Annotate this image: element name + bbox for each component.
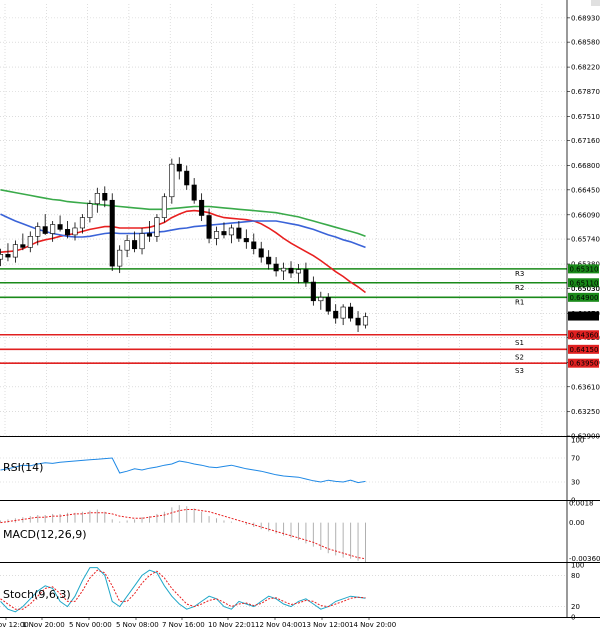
candle-body <box>102 193 108 201</box>
chart-background <box>0 0 600 630</box>
price-tick-label: 0.66450 <box>571 186 600 194</box>
candle-body <box>236 227 242 239</box>
candle-body <box>87 203 93 218</box>
level-price-tag: 0.64900 <box>570 294 599 302</box>
price-tick-label: 0.67160 <box>571 137 600 145</box>
candle-body <box>295 269 301 274</box>
level-label-s1: S1 <box>515 339 524 347</box>
candle-body <box>65 229 71 236</box>
candle-body <box>117 249 123 267</box>
candle-body <box>288 267 294 274</box>
candle-body <box>154 217 160 237</box>
candle-body <box>191 184 197 201</box>
price-tick-label: 0.63610 <box>571 383 600 391</box>
candle-body <box>57 224 63 230</box>
stoch-tick-label: 100 <box>571 562 584 570</box>
candle-body <box>42 226 48 234</box>
candle-body <box>266 256 272 265</box>
price-tick-label: 0.63250 <box>571 408 600 416</box>
candle-body <box>79 217 85 229</box>
candle-body <box>362 316 369 326</box>
candle-body <box>221 231 227 236</box>
rsi-label: RSI(14) <box>3 461 43 474</box>
candle-body <box>139 233 145 250</box>
candle-body <box>124 240 130 251</box>
candle-body <box>109 199 115 267</box>
level-price-tag: 0.65310 <box>570 265 599 273</box>
candle-body <box>281 267 287 272</box>
price-tick-label: 0.68580 <box>571 39 600 47</box>
level-price-tag: 0.64360 <box>570 331 599 339</box>
candle-body <box>348 306 354 319</box>
candle-body <box>12 244 18 258</box>
price-tags: 0.653100.651100.649000.643600.641500.639… <box>568 264 600 368</box>
time-label: 12 Nov 04:00 <box>255 621 302 629</box>
candle-body <box>35 226 41 237</box>
time-label: 10 Nov 22:01 <box>208 621 255 629</box>
candle-body <box>132 240 138 250</box>
rsi-tick-label: 100 <box>571 437 584 445</box>
candle-body <box>50 224 56 234</box>
candle-body <box>199 199 205 216</box>
stoch-tick-label: 0 <box>571 614 575 622</box>
candle-body <box>20 244 26 248</box>
candle-body <box>310 281 316 302</box>
current-price-tag: 0.64630 <box>570 313 599 321</box>
candle-body <box>184 170 190 186</box>
candle-body <box>228 227 234 236</box>
candle-body <box>355 317 361 326</box>
price-tick-label: 0.65740 <box>571 236 600 244</box>
candle-body <box>94 193 100 205</box>
macd-tick-label: 0.00 <box>569 519 585 527</box>
level-price-tag: 0.63950 <box>570 360 599 368</box>
level-label-r1: R1 <box>515 298 524 306</box>
rsi-tick-label: 30 <box>571 479 580 487</box>
corner-box <box>591 0 600 6</box>
extra-price-label: 0.65030 <box>571 285 600 293</box>
time-label: 5 Nov 08:00 <box>116 621 159 629</box>
candle-body <box>206 215 212 239</box>
level-label-r3: R3 <box>515 270 524 278</box>
price-tick-label: 0.66090 <box>571 211 600 219</box>
candle-body <box>258 248 264 258</box>
candle-body <box>0 254 4 260</box>
candle-body <box>340 306 346 319</box>
stoch-label: Stoch(9,6,3) <box>3 588 71 601</box>
price-tick-label: 0.67510 <box>571 113 600 121</box>
macd-tick-label: 0.0018 <box>569 500 594 508</box>
level-label-s2: S2 <box>515 353 524 361</box>
candle-body <box>333 310 339 319</box>
rsi-tick-label: 70 <box>571 455 580 463</box>
candle-body <box>27 235 33 248</box>
candle-body <box>251 241 257 250</box>
candle-body <box>146 233 153 237</box>
candle-body <box>169 163 175 198</box>
time-label: 1 Nov 20:00 <box>22 621 65 629</box>
candle-body <box>303 269 309 283</box>
candle-body <box>5 254 11 258</box>
candle-body <box>243 238 249 243</box>
price-tick-label: 0.68930 <box>571 14 600 22</box>
level-label-s3: S3 <box>515 367 524 375</box>
candle-body <box>325 297 331 312</box>
level-label-r2: R2 <box>515 284 524 292</box>
candle-body <box>318 297 324 302</box>
stoch-tick-label: 20 <box>571 603 580 611</box>
level-price-tag: 0.64150 <box>570 346 599 354</box>
candle-body <box>213 231 220 239</box>
price-chart[interactable]: R3 R2 R1 S1 S2 S3 0.68930 0.68580 0.68220 0.6787… <box>0 0 600 630</box>
candle-body <box>72 227 78 236</box>
candle-body <box>273 263 279 272</box>
price-tick-label: 0.66800 <box>571 162 600 170</box>
price-tick-label: 0.67870 <box>571 88 600 96</box>
candle-body <box>176 163 182 172</box>
candle-body <box>161 196 167 218</box>
price-tick-label: 0.68220 <box>571 64 600 72</box>
time-label: 7 Nov 16:00 <box>162 621 205 629</box>
stoch-tick-label: 80 <box>571 572 580 580</box>
macd-label: MACD(12,26,9) <box>3 528 87 541</box>
time-label: 5 Nov 00:00 <box>69 621 112 629</box>
time-label: 13 Nov 12:00 <box>302 621 349 629</box>
time-label: 14 Nov 20:00 <box>349 621 396 629</box>
